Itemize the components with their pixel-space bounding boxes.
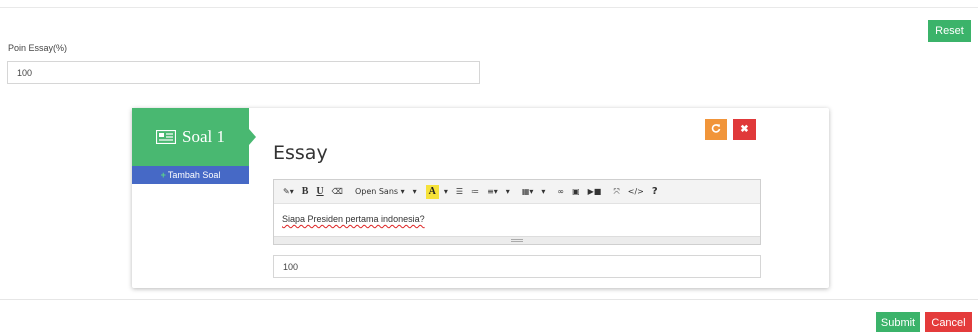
plus-icon: +: [160, 170, 166, 180]
question-score-input[interactable]: [273, 255, 761, 278]
font-family-select[interactable]: Open Sans ▾: [352, 185, 408, 199]
magic-wand-icon[interactable]: ✎▾: [280, 185, 297, 199]
reset-button[interactable]: Reset: [928, 20, 971, 42]
submit-button[interactable]: Submit: [876, 312, 920, 332]
grip-icon: [511, 239, 523, 242]
table-dropdown[interactable]: ▾: [538, 185, 548, 199]
refresh-icon: [711, 123, 721, 136]
align-icon[interactable]: ≡▾: [484, 185, 501, 199]
font-color-button[interactable]: A: [425, 184, 439, 199]
editor-resize-handle[interactable]: [274, 236, 760, 244]
chevron-down-icon[interactable]: ▾: [410, 185, 420, 199]
align-dropdown[interactable]: ▾: [503, 185, 513, 199]
tambah-soal-label: Tambah Soal: [167, 170, 221, 180]
code-view-icon[interactable]: </>: [625, 185, 647, 199]
bottom-divider: [0, 299, 978, 300]
tambah-soal-button[interactable]: + Tambah Soal: [132, 166, 249, 184]
soal-tab[interactable]: Soal 1: [132, 108, 256, 166]
unordered-list-icon[interactable]: ☰: [453, 185, 466, 199]
question-card: Soal 1 + Tambah Soal Essay ✖ ✎▾ B U ⌫ Op…: [132, 108, 829, 288]
ordered-list-icon[interactable]: ≔: [468, 185, 482, 199]
top-divider: [0, 7, 978, 8]
soal-label: Soal 1: [182, 127, 225, 146]
editor-toolbar: ✎▾ B U ⌫ Open Sans ▾ ▾ A ▾ ☰ ≔ ≡▾ ▾ ▦▾ ▾…: [274, 180, 760, 204]
close-button[interactable]: ✖: [733, 119, 756, 140]
poin-essay-input[interactable]: [7, 61, 480, 84]
eraser-icon[interactable]: ⌫: [329, 185, 346, 199]
newspaper-icon: [155, 129, 177, 145]
poin-essay-label: Poin Essay(%): [8, 43, 68, 53]
video-icon[interactable]: ▶■: [585, 185, 605, 199]
cancel-button[interactable]: Cancel: [925, 312, 972, 332]
question-type-title: Essay: [273, 142, 328, 164]
font-family-label: Open Sans: [354, 187, 399, 196]
soal-arrow: [249, 129, 256, 145]
table-icon[interactable]: ▦▾: [519, 185, 537, 199]
question-text: Siapa Presiden pertama indonesia?: [282, 214, 425, 224]
image-icon[interactable]: ▣: [569, 185, 583, 199]
font-color-dropdown[interactable]: ▾: [441, 185, 451, 199]
fullscreen-icon[interactable]: ⤧: [610, 185, 622, 199]
editor-content[interactable]: Siapa Presiden pertama indonesia?: [274, 204, 760, 235]
help-button[interactable]: ?: [649, 185, 661, 199]
refresh-button[interactable]: [705, 119, 727, 140]
underline-button[interactable]: U: [313, 185, 326, 199]
link-icon[interactable]: ∞: [554, 185, 567, 199]
bold-button[interactable]: B: [299, 185, 312, 199]
rich-text-editor: ✎▾ B U ⌫ Open Sans ▾ ▾ A ▾ ☰ ≔ ≡▾ ▾ ▦▾ ▾…: [273, 179, 761, 245]
close-icon: ✖: [740, 124, 749, 135]
